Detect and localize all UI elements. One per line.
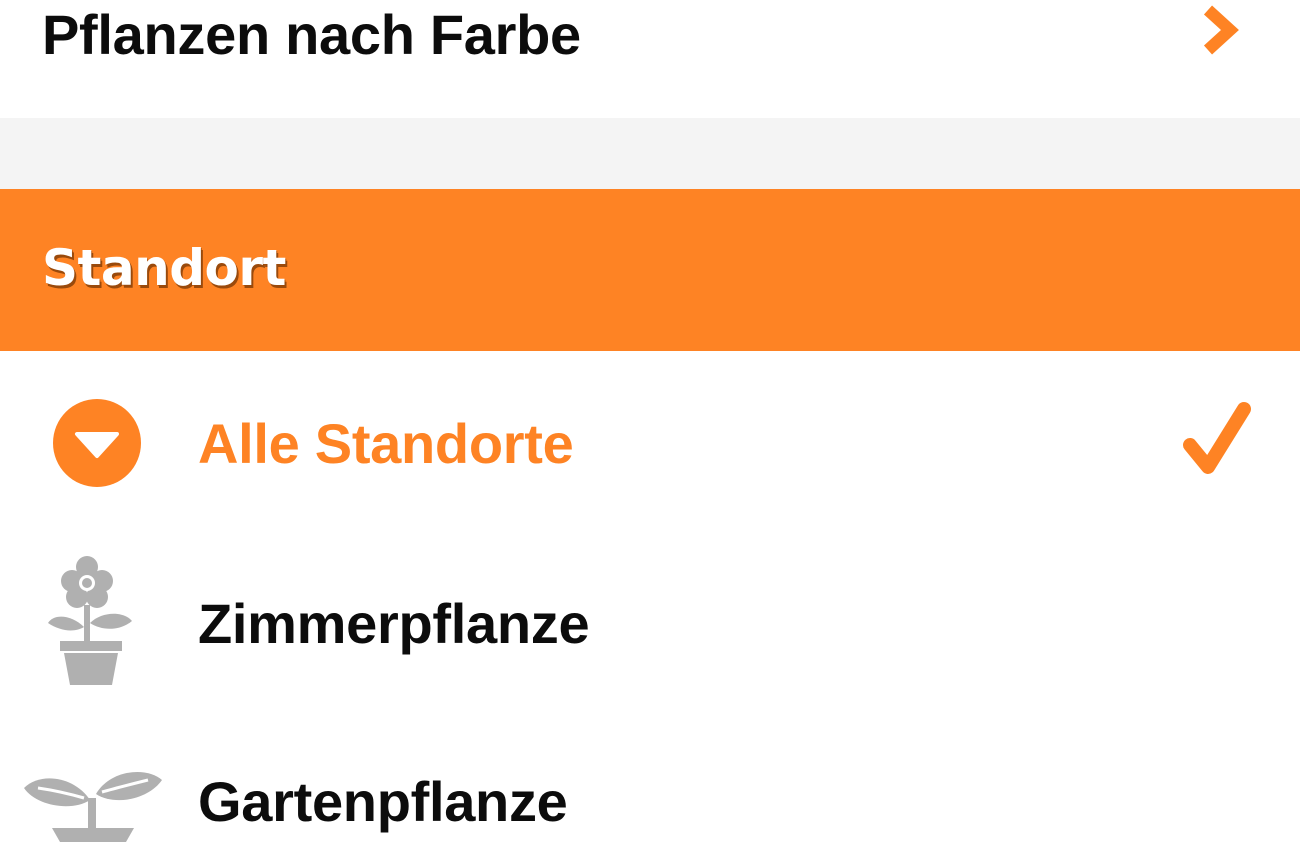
option-label: Zimmerpflanze [198, 592, 590, 655]
option-label: Gartenpflanze [198, 770, 568, 833]
section-separator [0, 118, 1300, 189]
option-gartenpflanze[interactable]: Gartenpflanze [0, 711, 1300, 867]
sprout-icon [24, 771, 162, 842]
section-title: Standort [42, 239, 286, 297]
chevron-right-icon [1203, 5, 1239, 55]
checkmark-icon [1183, 402, 1251, 474]
nav-row-pflanzen-nach-farbe[interactable]: Pflanzen nach Farbe [0, 0, 1300, 118]
potted-flower-icon [48, 556, 132, 685]
dropdown-circle-icon [53, 399, 141, 487]
section-header: Standort [0, 189, 1300, 351]
option-zimmerpflanze[interactable]: Zimmerpflanze [0, 531, 1300, 711]
option-alle-standorte[interactable]: Alle Standorte [0, 351, 1300, 531]
nav-row-label: Pflanzen nach Farbe [42, 3, 581, 66]
option-label: Alle Standorte [198, 412, 574, 475]
